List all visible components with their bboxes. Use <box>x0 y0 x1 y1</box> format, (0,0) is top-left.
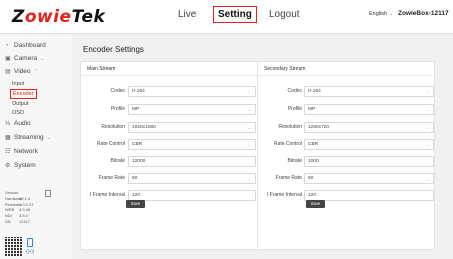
iframe-interval-input[interactable]: 120 <box>128 190 256 201</box>
profile-row: Profile MP ⌄ <box>81 104 257 116</box>
profile-select[interactable]: MP ⌄ <box>304 104 434 115</box>
sidebar-item-camera[interactable]: ▣ Camera ⌄ <box>5 55 44 62</box>
network-icon: ☷ <box>5 149 11 155</box>
resolution-select[interactable]: 1280x720 ⌄ <box>304 122 434 133</box>
panel-title: Secondary Stream <box>258 62 434 76</box>
panel-title: Main Stream <box>81 62 257 76</box>
page-title: Encoder Settings <box>83 45 144 54</box>
chevron-down-icon: ⌄ <box>247 89 251 94</box>
nav-logout[interactable]: Logout <box>269 9 300 20</box>
document-icon[interactable] <box>45 190 51 197</box>
frame-rate-select[interactable]: 60 ⌄ <box>304 173 434 184</box>
profile-select[interactable]: MP ⌄ <box>128 104 256 115</box>
chevron-down-icon: ⌄ <box>425 89 429 94</box>
bitrate-input[interactable]: 1000 <box>304 156 434 167</box>
streaming-icon: ▦ <box>5 135 11 141</box>
language-select[interactable]: English ⌄ <box>369 11 394 17</box>
system-icon: ⚙ <box>5 163 11 169</box>
main-stream-panel: Main Stream Codec H.264 ⌄ Profile MP ⌄ Resol… <box>80 61 258 250</box>
chevron-down-icon: ⌄ <box>425 142 429 147</box>
frame-rate-select[interactable]: 60 ⌄ <box>128 173 256 184</box>
chevron-down-icon: ⌄ <box>247 176 251 181</box>
sidebar-item-video[interactable]: ▤ Video ⌃ <box>5 68 38 75</box>
sidebar-item-streaming[interactable]: ▦ Streaming ⌄ <box>5 134 51 141</box>
audio-icon: ⅓ <box>5 121 11 127</box>
dashboard-icon: ◔ <box>5 43 9 49</box>
save-button[interactable]: Save <box>126 200 145 208</box>
bitrate-input[interactable]: 12000 <box>128 156 256 167</box>
secondary-stream-panel: Secondary Stream Codec H.264 ⌄ Profile MP ⌄ … <box>257 61 435 250</box>
chevron-down-icon: ⌄ <box>425 107 429 112</box>
iframe-interval-row: I Frame Interval 120 <box>81 190 257 202</box>
sidebar-sub-output[interactable]: Output <box>12 101 29 107</box>
bitrate-row: Bitrate 12000 <box>81 156 257 168</box>
resolution-select[interactable]: 1920x1080 ⌄ <box>128 122 256 133</box>
codec-select[interactable]: H.264 ⌄ <box>128 86 256 97</box>
sidebar-sub-input[interactable]: Input <box>12 81 24 87</box>
nav-live[interactable]: Live <box>178 9 196 20</box>
device-name: ZowieBox-12117 <box>398 10 449 17</box>
sidebar-item-system[interactable]: ⚙ System <box>5 162 36 169</box>
version-info: Version Hardware20.1.4 Firmware1.0.2.37 … <box>5 190 33 225</box>
profile-row: Profile MP ⌄ <box>258 104 434 116</box>
rate-control-row: Rate Control CBR ⌄ <box>81 139 257 151</box>
rate-control-select[interactable]: CBR ⌄ <box>304 139 434 150</box>
camera-icon: ▣ <box>5 56 11 62</box>
version-row: SN 12117 <box>5 218 30 224</box>
language-value: English <box>369 11 388 17</box>
chevron-down-icon: ⌄ <box>247 142 251 147</box>
sidebar-sub-encoder[interactable]: Encoder <box>10 89 37 99</box>
rate-control-select[interactable]: CBR ⌄ <box>128 139 256 150</box>
frame-rate-row: Frame Rate 60 ⌄ <box>258 173 434 185</box>
chevron-down-icon: ⌄ <box>247 125 251 130</box>
qr-code-pattern <box>5 237 22 256</box>
sidebar-item-audio[interactable]: ⅓ Audio <box>5 120 31 127</box>
wifi-icon: ((•)) <box>26 249 35 255</box>
chevron-down-icon: ⌄ <box>389 11 394 17</box>
rate-control-row: Rate Control CBR ⌄ <box>258 139 434 151</box>
codec-row: Codec H.264 ⌄ <box>258 86 434 98</box>
resolution-row: Resolution 1280x720 ⌄ <box>258 122 434 134</box>
resolution-row: Resolution 1920x1080 ⌄ <box>81 122 257 134</box>
chevron-down-icon: ⌄ <box>425 176 429 181</box>
sidebar-item-network[interactable]: ☷ Network <box>5 148 38 155</box>
chevron-up-icon: ⌃ <box>33 69 38 75</box>
sidebar-item-dashboard[interactable]: ◔ Dashboard <box>5 42 46 49</box>
frame-rate-row: Frame Rate 60 ⌄ <box>81 173 257 185</box>
chevron-down-icon: ⌄ <box>40 56 45 62</box>
chevron-down-icon: ⌄ <box>425 125 429 130</box>
codec-select[interactable]: H.264 ⌄ <box>304 86 434 97</box>
chevron-down-icon: ⌄ <box>46 135 51 141</box>
top-header: ZowieTek Live Setting Logout English ⌄ Zo… <box>0 0 453 34</box>
bitrate-row: Bitrate 1000 <box>258 156 434 168</box>
sidebar-sub-osd[interactable]: OSD <box>12 110 24 116</box>
video-icon: ▤ <box>5 69 11 75</box>
codec-row: Codec H.264 ⌄ <box>81 86 257 98</box>
chevron-down-icon: ⌄ <box>247 107 251 112</box>
save-button[interactable]: Save <box>306 200 325 208</box>
iframe-interval-row: I Frame Interval 120 <box>258 190 434 202</box>
zowietek-logo[interactable]: ZowieTek <box>12 7 105 27</box>
nav-setting[interactable]: Setting <box>213 6 257 23</box>
phone-icon[interactable] <box>27 238 33 247</box>
sidebar: ◔ Dashboard ▣ Camera ⌄ ▤ Video ⌃ Input Encode… <box>0 35 72 259</box>
